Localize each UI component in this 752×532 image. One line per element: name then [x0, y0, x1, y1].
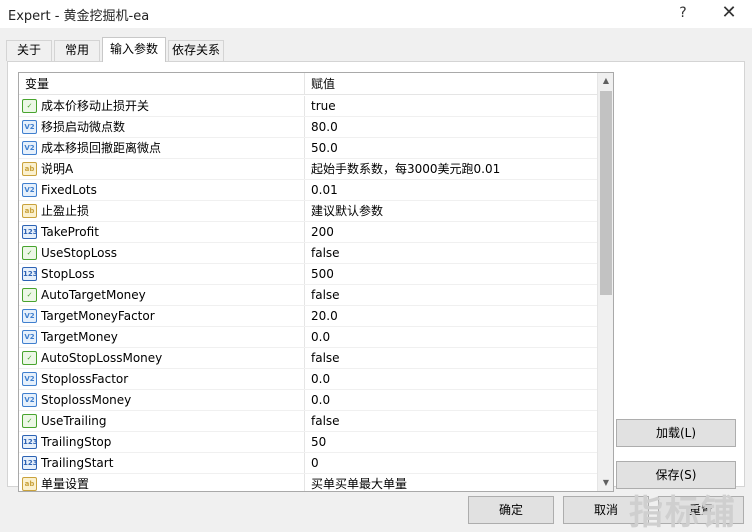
double-param-icon: V2	[22, 330, 37, 344]
parameter-name: StoplossFactor	[19, 369, 305, 389]
bool-param-icon: ✓	[22, 99, 37, 113]
parameter-value[interactable]: 80.0	[305, 117, 597, 137]
table-row[interactable]: TrailingStart 123 0	[19, 453, 597, 474]
parameter-name: TrailingStart	[19, 453, 305, 473]
table-row[interactable]: TargetMoney V2 0.0	[19, 327, 597, 348]
table-row[interactable]: 单量设置 ab 买单买单最大单量	[19, 474, 597, 491]
parameter-name: TargetMoney	[19, 327, 305, 347]
table-row[interactable]: 说明A ab 起始手数系数，每3000美元跑0.01	[19, 159, 597, 180]
bool-param-icon: ✓	[22, 351, 37, 365]
parameter-value[interactable]: 0.0	[305, 327, 597, 347]
parameter-name: TrailingStop	[19, 432, 305, 452]
bool-param-icon: ✓	[22, 246, 37, 260]
table-row[interactable]: TrailingStop 123 50	[19, 432, 597, 453]
table-row[interactable]: TakeProfit 123 200	[19, 222, 597, 243]
column-header-variable[interactable]: 变量	[19, 73, 305, 95]
int-param-icon: 123	[22, 456, 38, 470]
double-param-icon: V2	[22, 141, 37, 155]
parameter-value[interactable]: 200	[305, 222, 597, 242]
column-header-value[interactable]: 赋值	[305, 73, 597, 95]
watermark-logo: 指标铺	[629, 493, 737, 532]
int-param-icon: 123	[22, 435, 38, 449]
tab-dependencies[interactable]: 依存关系	[168, 40, 224, 61]
parameter-value[interactable]: 0	[305, 453, 597, 473]
double-param-icon: V2	[22, 372, 37, 386]
parameter-value[interactable]: 20.0	[305, 306, 597, 326]
parameter-value[interactable]: 买单买单最大单量	[305, 474, 597, 491]
int-param-icon: 123	[22, 225, 38, 239]
help-button[interactable]: ?	[666, 2, 700, 24]
string-param-icon: ab	[22, 162, 37, 176]
parameter-name: TargetMoneyFactor	[19, 306, 305, 326]
ok-button[interactable]: 确定	[468, 496, 554, 524]
dialog-body: 关于 常用 输入参数 依存关系 变量 赋值 成本价移动止损开关 ✓ true 移损启动…	[0, 28, 752, 532]
parameter-name: 成本移损回撤距离微点	[19, 138, 305, 158]
close-button[interactable]: ✕	[712, 2, 746, 24]
double-param-icon: V2	[22, 120, 37, 134]
table-row[interactable]: StopLoss 123 500	[19, 264, 597, 285]
table-row[interactable]: AutoTargetMoney ✓ false	[19, 285, 597, 306]
table-row[interactable]: 止盈止损 ab 建议默认参数	[19, 201, 597, 222]
parameter-value[interactable]: 50	[305, 432, 597, 452]
grid-header: 变量 赋值	[19, 73, 597, 95]
double-param-icon: V2	[22, 183, 37, 197]
vertical-scrollbar[interactable]: ▲ ▼	[597, 73, 613, 491]
parameter-name: 单量设置	[19, 474, 305, 491]
parameters-grid: 变量 赋值 成本价移动止损开关 ✓ true 移损启动微点数 V2 80.0 成本移损回撤距…	[18, 72, 614, 492]
parameter-name: StoplossMoney	[19, 390, 305, 410]
tab-inputs[interactable]: 输入参数	[102, 37, 166, 62]
table-row[interactable]: FixedLots V2 0.01	[19, 180, 597, 201]
parameter-value[interactable]: 0.0	[305, 390, 597, 410]
table-row[interactable]: 成本价移动止损开关 ✓ true	[19, 96, 597, 117]
scrollbar-thumb[interactable]	[600, 91, 612, 295]
table-row[interactable]: TargetMoneyFactor V2 20.0	[19, 306, 597, 327]
bool-param-icon: ✓	[22, 288, 37, 302]
table-row[interactable]: StoplossFactor V2 0.0	[19, 369, 597, 390]
parameter-value[interactable]: 起始手数系数，每3000美元跑0.01	[305, 159, 597, 179]
scroll-down-icon[interactable]: ▼	[598, 475, 613, 491]
table-row[interactable]: UseStopLoss ✓ false	[19, 243, 597, 264]
parameter-name: 成本价移动止损开关	[19, 96, 305, 116]
table-row[interactable]: StoplossMoney V2 0.0	[19, 390, 597, 411]
table-row[interactable]: AutoStopLossMoney ✓ false	[19, 348, 597, 369]
parameter-name: AutoTargetMoney	[19, 285, 305, 305]
parameter-value[interactable]: false	[305, 285, 597, 305]
double-param-icon: V2	[22, 393, 37, 407]
parameter-value[interactable]: false	[305, 348, 597, 368]
parameter-name: UseStopLoss	[19, 243, 305, 263]
parameter-rows: 成本价移动止损开关 ✓ true 移损启动微点数 V2 80.0 成本移损回撤距离微点 V2 5…	[19, 96, 597, 491]
string-param-icon: ab	[22, 477, 37, 491]
window-title: Expert - 黄金挖掘机-ea	[8, 9, 150, 24]
parameter-name: 说明A	[19, 159, 305, 179]
load-button[interactable]: 加载(L)	[616, 419, 736, 447]
bool-param-icon: ✓	[22, 414, 37, 428]
table-row[interactable]: 移损启动微点数 V2 80.0	[19, 117, 597, 138]
double-param-icon: V2	[22, 309, 37, 323]
parameter-name: TakeProfit	[19, 222, 305, 242]
title-bar: Expert - 黄金挖掘机-ea ? ✕	[0, 0, 752, 28]
parameter-value[interactable]: 建议默认参数	[305, 201, 597, 221]
tab-common[interactable]: 常用	[54, 40, 100, 61]
parameter-value[interactable]: false	[305, 243, 597, 263]
parameter-name: 止盈止损	[19, 201, 305, 221]
int-param-icon: 123	[22, 267, 38, 281]
parameter-value[interactable]: false	[305, 411, 597, 431]
scroll-up-icon[interactable]: ▲	[598, 73, 613, 89]
parameter-name: UseTrailing	[19, 411, 305, 431]
parameter-value[interactable]: 50.0	[305, 138, 597, 158]
inputs-panel: 变量 赋值 成本价移动止损开关 ✓ true 移损启动微点数 V2 80.0 成本移损回撤距…	[7, 61, 745, 492]
parameter-name: 移损启动微点数	[19, 117, 305, 137]
parameter-value[interactable]: true	[305, 96, 597, 116]
parameter-name: FixedLots	[19, 180, 305, 200]
parameter-name: AutoStopLossMoney	[19, 348, 305, 368]
table-row[interactable]: 成本移损回撤距离微点 V2 50.0	[19, 138, 597, 159]
tab-about[interactable]: 关于	[6, 40, 52, 61]
string-param-icon: ab	[22, 204, 37, 218]
parameter-value[interactable]: 500	[305, 264, 597, 284]
table-row[interactable]: UseTrailing ✓ false	[19, 411, 597, 432]
parameter-value[interactable]: 0.0	[305, 369, 597, 389]
parameter-name: StopLoss	[19, 264, 305, 284]
parameter-value[interactable]: 0.01	[305, 180, 597, 200]
